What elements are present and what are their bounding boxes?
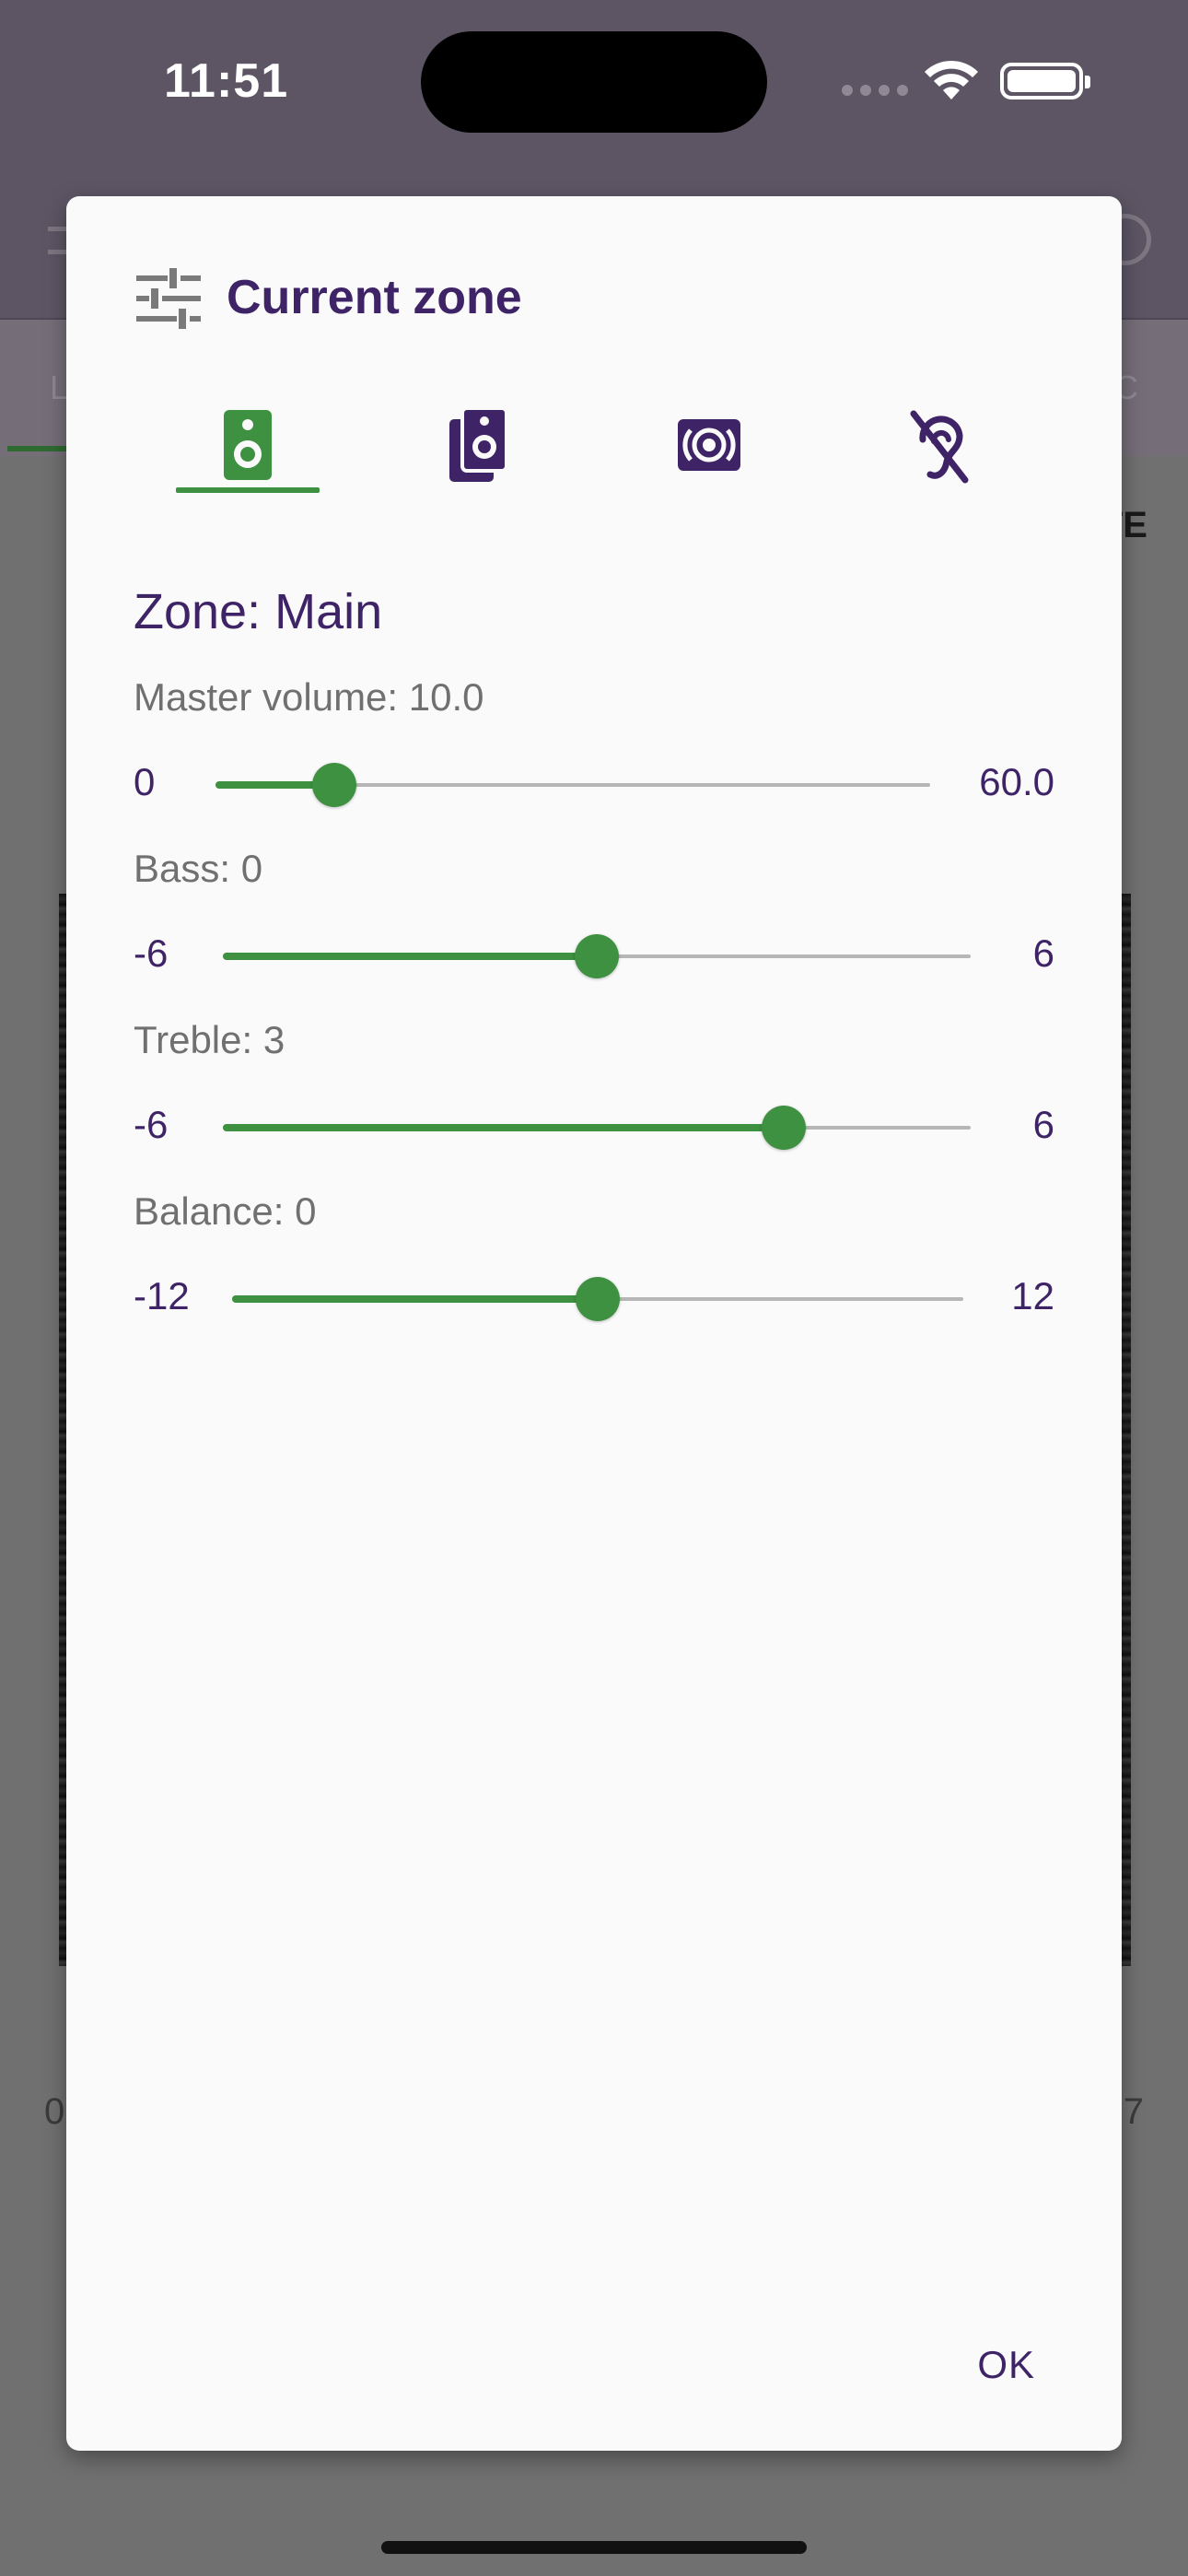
balance-min: -12 bbox=[134, 1274, 190, 1317]
slider-thumb[interactable] bbox=[575, 934, 619, 978]
background-number-right: 7 bbox=[1123, 2091, 1144, 2132]
balance-max: 12 bbox=[1011, 1274, 1054, 1317]
treble-max: 6 bbox=[1032, 1103, 1054, 1146]
balance-slider[interactable] bbox=[232, 1277, 963, 1321]
tab-surround-sound[interactable] bbox=[637, 390, 781, 500]
tab-speaker[interactable] bbox=[176, 390, 320, 500]
bass-label: Bass: 0 bbox=[134, 847, 263, 890]
bass-max: 6 bbox=[1032, 931, 1054, 975]
tab-hearing-disabled[interactable] bbox=[868, 390, 1011, 500]
speakers-stack-icon bbox=[449, 406, 508, 482]
master-volume-slider[interactable] bbox=[215, 763, 930, 807]
master-volume-label: Master volume: 10.0 bbox=[134, 675, 484, 719]
ok-button[interactable]: OK bbox=[972, 2334, 1041, 2396]
slider-thumb[interactable] bbox=[762, 1106, 806, 1150]
current-zone-dialog: Current zone Zone: Main Master volume: 1… bbox=[66, 196, 1122, 2451]
slider-thumb[interactable] bbox=[576, 1277, 620, 1321]
slider-thumb[interactable] bbox=[312, 763, 357, 807]
treble-slider[interactable] bbox=[223, 1106, 971, 1150]
slider-active-track bbox=[223, 953, 597, 960]
master-volume-min: 0 bbox=[134, 760, 156, 803]
cellular-signal-icon bbox=[842, 85, 908, 96]
status-time: 11:51 bbox=[164, 54, 289, 108]
tab-speakers-stack[interactable] bbox=[407, 390, 551, 500]
surround-sound-icon bbox=[678, 419, 740, 471]
tab-indicator bbox=[176, 487, 320, 493]
zone-heading: Zone: Main bbox=[134, 584, 383, 639]
bass-min: -6 bbox=[134, 931, 169, 975]
tune-sliders-icon bbox=[136, 268, 201, 329]
hearing-disabled-icon bbox=[910, 410, 969, 484]
wifi-icon bbox=[925, 60, 978, 100]
treble-min: -6 bbox=[134, 1103, 169, 1146]
master-volume-max: 60.0 bbox=[979, 760, 1054, 803]
dynamic-island bbox=[421, 31, 767, 133]
battery-icon bbox=[1000, 63, 1090, 100]
slider-active-track bbox=[223, 1124, 784, 1131]
slider-active-track bbox=[232, 1295, 598, 1303]
bass-slider[interactable] bbox=[223, 934, 971, 978]
treble-label: Treble: 3 bbox=[134, 1018, 285, 1061]
home-indicator bbox=[381, 2541, 807, 2554]
dialog-title: Current zone bbox=[227, 271, 522, 324]
background-number-left: 0 bbox=[44, 2091, 65, 2132]
speaker-icon bbox=[224, 410, 272, 480]
balance-label: Balance: 0 bbox=[134, 1189, 317, 1233]
